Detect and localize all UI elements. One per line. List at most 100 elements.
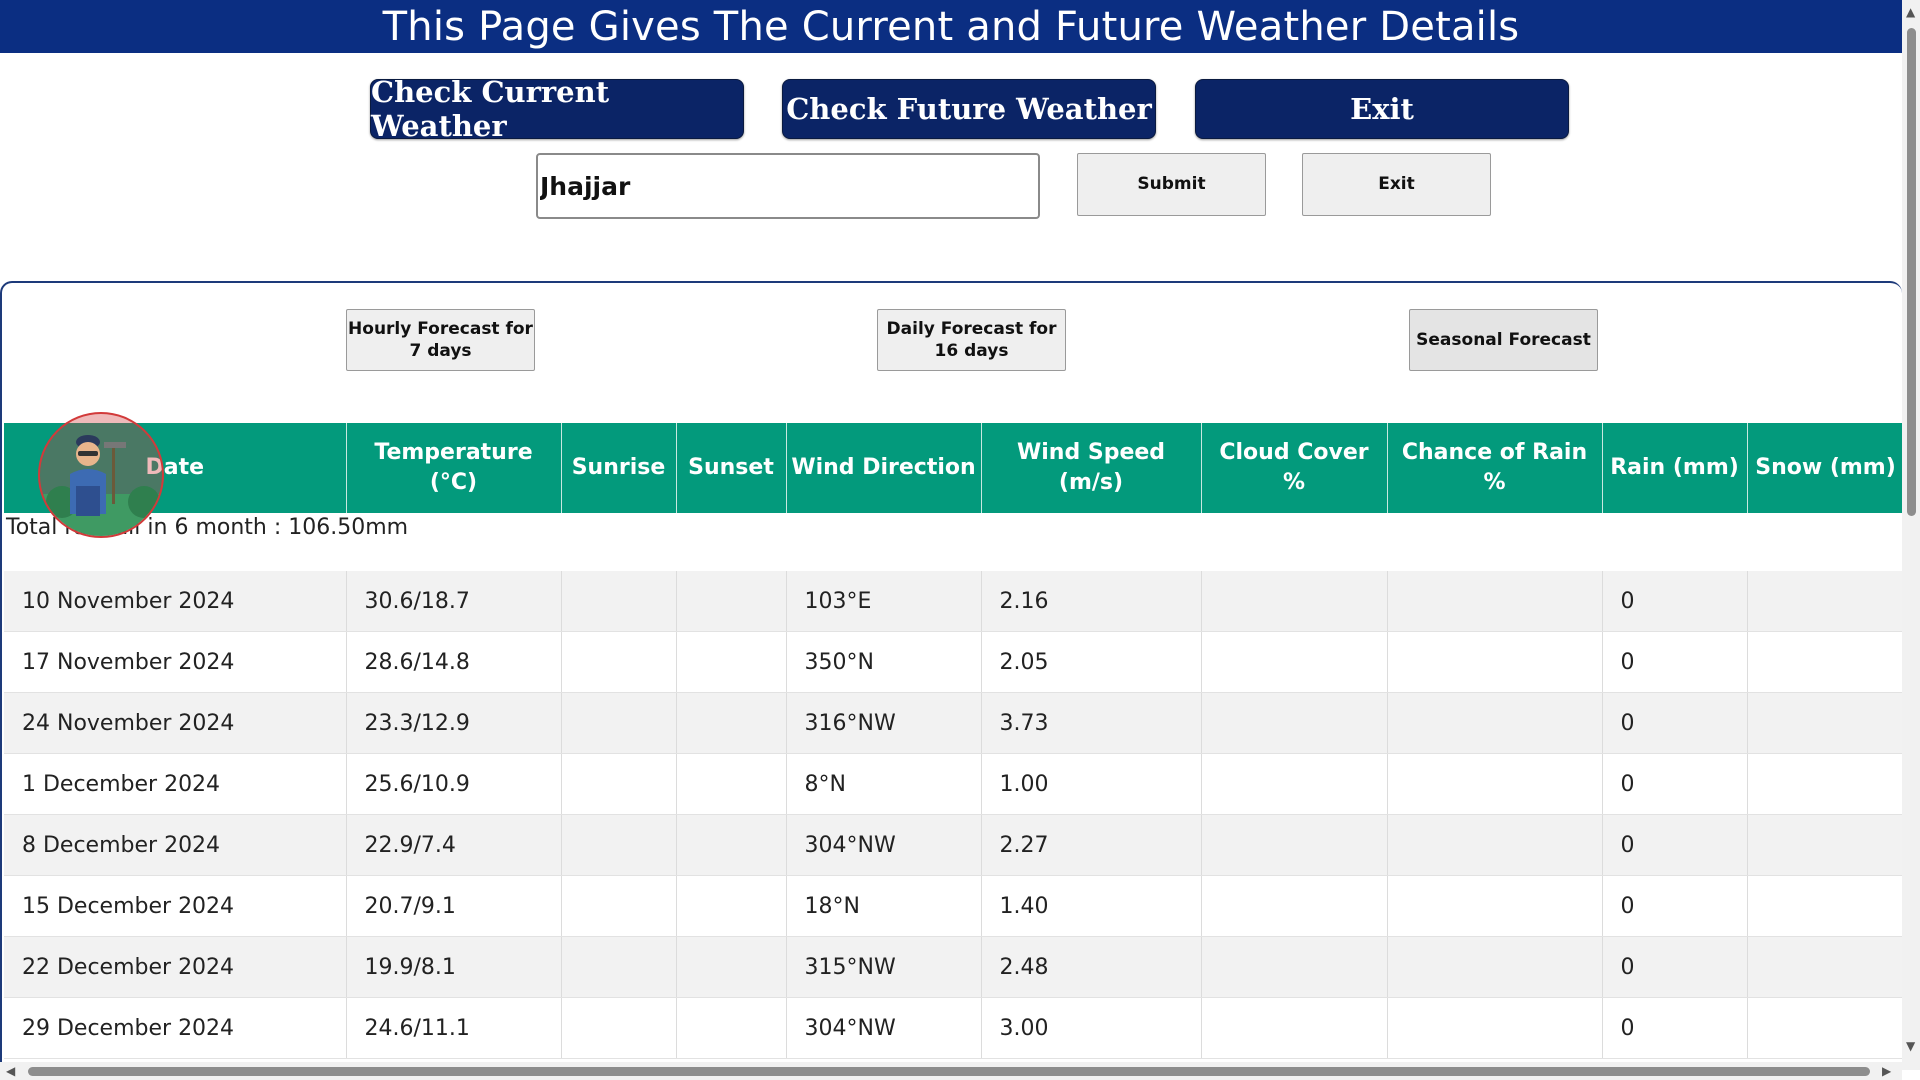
- cell-chance-of-rain: [1387, 814, 1603, 876]
- column-header-temperature[interactable]: Temperature (°C): [346, 423, 562, 513]
- vertical-scroll-thumb[interactable]: [1907, 28, 1916, 516]
- horizontal-scroll-thumb[interactable]: [28, 1067, 1870, 1076]
- cell-date: 17 November 2024: [4, 631, 347, 693]
- cell-wind-direction: 304°NW: [786, 814, 982, 876]
- check-current-weather-button[interactable]: Check Current Weather: [370, 75, 744, 143]
- cell-temperature: 28.6/14.8: [346, 631, 562, 693]
- cell-temperature: 20.7/9.1: [346, 875, 562, 937]
- cell-sunset: [676, 571, 787, 632]
- table-row: 15 December 2024 20.7/9.1 18°N 1.40 0: [4, 875, 1902, 937]
- table-row: 17 November 2024 28.6/14.8 350°N 2.05 0: [4, 631, 1902, 693]
- table-header-row: Date Temperature (°C) Sunrise Sunset Win…: [4, 423, 1902, 513]
- cell-wind-speed: 2.05: [981, 631, 1202, 693]
- cell-wind-speed: 2.27: [981, 814, 1202, 876]
- cell-date: 15 December 2024: [4, 875, 347, 937]
- cell-chance-of-rain: [1387, 753, 1603, 815]
- horizontal-scrollbar[interactable]: ◀ ▶: [0, 1062, 1902, 1080]
- cell-snow: [1747, 875, 1902, 937]
- cell-sunrise: [561, 814, 677, 876]
- cell-wind-direction: 18°N: [786, 875, 982, 937]
- vertical-scrollbar[interactable]: ▲ ▼: [1902, 0, 1920, 1070]
- scroll-right-arrow-icon[interactable]: ▶: [1882, 1065, 1891, 1077]
- table-row: 1 December 2024 25.6/10.9 8°N 1.00 0: [4, 753, 1902, 815]
- cell-sunrise: [561, 753, 677, 815]
- column-header-wind-speed[interactable]: Wind Speed (m/s): [981, 423, 1202, 513]
- scroll-left-arrow-icon[interactable]: ◀: [6, 1065, 15, 1077]
- cell-wind-direction: 350°N: [786, 631, 982, 693]
- cell-snow: [1747, 692, 1902, 754]
- cell-date: 8 December 2024: [4, 814, 347, 876]
- column-header-cloud-cover[interactable]: Cloud Cover %: [1201, 423, 1388, 513]
- farmer-avatar-icon: [40, 435, 162, 536]
- cell-chance-of-rain: [1387, 875, 1603, 937]
- cell-temperature: 19.9/8.1: [346, 936, 562, 998]
- exit-nav-button[interactable]: Exit: [1195, 79, 1569, 139]
- cell-sunset: [676, 753, 787, 815]
- cell-temperature: 25.6/10.9: [346, 753, 562, 815]
- cell-date: 29 December 2024: [4, 997, 347, 1059]
- cell-sunset: [676, 814, 787, 876]
- cell-chance-of-rain: [1387, 571, 1603, 632]
- column-header-wind-direction[interactable]: Wind Direction: [786, 423, 982, 513]
- cell-sunrise: [561, 631, 677, 693]
- cell-snow: [1747, 753, 1902, 815]
- submit-button[interactable]: Submit: [1077, 153, 1266, 216]
- total-rainfall-row: Total rainfall in 6 month : 106.50mm: [4, 513, 1902, 571]
- page-title: This Page Gives The Current and Future W…: [382, 3, 1520, 50]
- cell-cloud-cover: [1201, 814, 1388, 876]
- seasonal-forecast-button[interactable]: Seasonal Forecast: [1409, 309, 1598, 371]
- cell-rain: 0: [1602, 997, 1748, 1059]
- total-rainfall-spacer: [561, 513, 1902, 571]
- cell-sunset: [676, 631, 787, 693]
- scroll-up-arrow-icon[interactable]: ▲: [1906, 6, 1915, 18]
- cell-temperature: 23.3/12.9: [346, 692, 562, 754]
- cell-wind-speed: 3.73: [981, 692, 1202, 754]
- cell-temperature: 30.6/18.7: [346, 571, 562, 632]
- cell-snow: [1747, 571, 1902, 632]
- cell-snow: [1747, 814, 1902, 876]
- cell-rain: 0: [1602, 936, 1748, 998]
- hourly-forecast-button[interactable]: Hourly Forecast for 7 days: [346, 309, 535, 371]
- city-input[interactable]: [536, 153, 1040, 219]
- cell-snow: [1747, 631, 1902, 693]
- cell-chance-of-rain: [1387, 997, 1603, 1059]
- scroll-down-arrow-icon[interactable]: ▼: [1906, 1040, 1915, 1052]
- column-header-chance-of-rain[interactable]: Chance of Rain %: [1387, 423, 1603, 513]
- cell-wind-direction: 315°NW: [786, 936, 982, 998]
- cell-sunset: [676, 875, 787, 937]
- column-header-rain[interactable]: Rain (mm): [1602, 423, 1748, 513]
- table-body: 10 November 2024 30.6/18.7 103°E 2.16 0 17 No…: [4, 571, 1902, 1059]
- seasonal-forecast-table: Date Temperature (°C) Sunrise Sunset Win…: [4, 423, 1902, 1059]
- column-header-sunrise[interactable]: Sunrise: [561, 423, 677, 513]
- table-row: 8 December 2024 22.9/7.4 304°NW 2.27 0: [4, 814, 1902, 876]
- exit-button[interactable]: Exit: [1302, 153, 1491, 216]
- check-future-weather-button[interactable]: Check Future Weather: [782, 79, 1156, 139]
- assistant-avatar[interactable]: [38, 412, 164, 538]
- cell-wind-direction: 316°NW: [786, 692, 982, 754]
- cell-sunrise: [561, 936, 677, 998]
- cell-chance-of-rain: [1387, 631, 1603, 693]
- table-row: 22 December 2024 19.9/8.1 315°NW 2.48 0: [4, 936, 1902, 998]
- table-row: 24 November 2024 23.3/12.9 316°NW 3.73 0: [4, 692, 1902, 754]
- cell-cloud-cover: [1201, 692, 1388, 754]
- cell-sunrise: [561, 875, 677, 937]
- cell-sunset: [676, 936, 787, 998]
- cell-wind-speed: 2.16: [981, 571, 1202, 632]
- cell-cloud-cover: [1201, 875, 1388, 937]
- cell-cloud-cover: [1201, 571, 1388, 632]
- daily-forecast-button[interactable]: Daily Forecast for 16 days: [877, 309, 1066, 371]
- cell-date: 1 December 2024: [4, 753, 347, 815]
- cell-sunrise: [561, 997, 677, 1059]
- cell-cloud-cover: [1201, 936, 1388, 998]
- cell-rain: 0: [1602, 875, 1748, 937]
- cell-rain: 0: [1602, 692, 1748, 754]
- cell-date: 10 November 2024: [4, 571, 347, 632]
- cell-wind-speed: 2.48: [981, 936, 1202, 998]
- cell-sunrise: [561, 692, 677, 754]
- column-header-sunset[interactable]: Sunset: [676, 423, 787, 513]
- cell-date: 22 December 2024: [4, 936, 347, 998]
- cell-chance-of-rain: [1387, 936, 1603, 998]
- cell-sunset: [676, 692, 787, 754]
- cell-snow: [1747, 936, 1902, 998]
- column-header-snow[interactable]: Snow (mm): [1747, 423, 1902, 513]
